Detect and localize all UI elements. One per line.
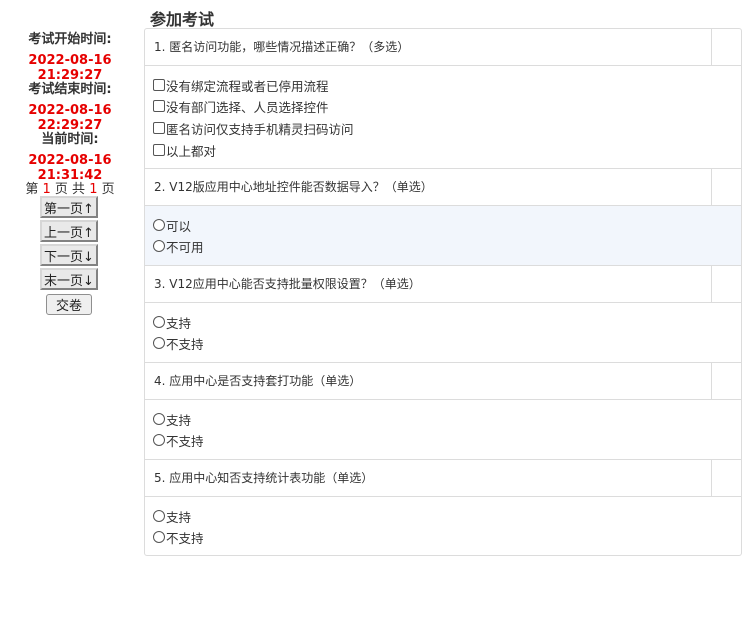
checkbox-icon[interactable] <box>153 144 165 156</box>
option-radio[interactable]: 不支持 <box>153 528 204 546</box>
question-text: 1. 匿名访问功能，哪些情况描述正确？（多选） <box>154 40 410 54</box>
question-header-cell <box>711 460 741 496</box>
page-indicator: 第 1 页 共 1 页 <box>0 178 140 197</box>
option-checkbox[interactable]: 匿名访问仅支持手机精灵扫码访问 <box>153 119 354 137</box>
question-header: 5. 应用中心知否支持统计表功能（单选） <box>145 459 741 496</box>
question-text: 2. V12版应用中心地址控件能否数据导入？（单选） <box>154 180 433 194</box>
option-checkbox[interactable]: 没有绑定流程或者已停用流程 <box>153 76 329 94</box>
question-header-cell <box>711 29 741 65</box>
radio-icon[interactable] <box>153 316 165 328</box>
question-options: 可以 不可用 <box>145 205 741 265</box>
option-label: 匿名访问仅支持手机精灵扫码访问 <box>166 121 354 137</box>
radio-icon[interactable] <box>153 240 165 252</box>
option-radio[interactable]: 支持 <box>153 410 191 428</box>
checkbox-icon[interactable] <box>153 100 165 112</box>
prev-page-button[interactable]: 上一页↑ <box>40 220 98 242</box>
option-radio[interactable]: 不支持 <box>153 431 204 449</box>
radio-icon[interactable] <box>153 531 165 543</box>
option-label: 可以 <box>166 218 192 234</box>
question-header-cell <box>711 169 741 205</box>
question-header: 4. 应用中心是否支持套打功能（单选） <box>145 362 741 399</box>
page-prefix: 第 <box>25 182 43 197</box>
option-label: 不支持 <box>166 530 204 546</box>
option-radio[interactable]: 支持 <box>153 313 191 331</box>
current-page: 1 <box>42 182 51 197</box>
checkbox-icon[interactable] <box>153 122 165 134</box>
option-checkbox[interactable]: 以上都对 <box>153 141 216 159</box>
exam-end-label: 考试结束时间: <box>28 82 112 97</box>
exam-panel: 1. 匿名访问功能，哪些情况描述正确？（多选） 没有绑定流程或者已停用流程 没有… <box>144 28 742 556</box>
question-header: 1. 匿名访问功能，哪些情况描述正确？（多选） <box>145 29 741 66</box>
question-text: 3. V12应用中心能否支持批量权限设置？（单选） <box>154 277 421 291</box>
radio-icon[interactable] <box>153 434 165 446</box>
question-options: 支持 不支持 <box>145 399 741 459</box>
question-header: 3. V12应用中心能否支持批量权限设置？（单选） <box>145 265 741 302</box>
question-header: 2. V12版应用中心地址控件能否数据导入？（单选） <box>145 168 741 205</box>
question-text: 5. 应用中心知否支持统计表功能（单选） <box>154 471 374 485</box>
last-page-button[interactable]: 末一页↓ <box>40 268 98 290</box>
option-label: 以上都对 <box>166 143 217 159</box>
exam-start-label: 考试开始时间: <box>28 32 112 47</box>
option-checkbox[interactable]: 没有部门选择、人员选择控件 <box>153 97 329 115</box>
question-header-cell <box>711 266 741 302</box>
radio-icon[interactable] <box>153 219 165 231</box>
option-radio[interactable]: 可以 <box>153 216 191 234</box>
option-label: 不支持 <box>166 433 204 449</box>
option-label: 不支持 <box>166 336 204 352</box>
next-page-button[interactable]: 下一页↓ <box>40 244 98 266</box>
submit-exam-button[interactable]: 交卷 <box>46 294 92 315</box>
option-label: 不可用 <box>166 239 204 255</box>
question-text: 4. 应用中心是否支持套打功能（单选） <box>154 374 362 388</box>
page-suffix: 页 <box>97 182 115 197</box>
question-options: 支持 不支持 <box>145 496 741 555</box>
current-time-label: 当前时间: <box>41 132 99 147</box>
option-label: 支持 <box>166 509 192 525</box>
option-label: 没有部门选择、人员选择控件 <box>166 99 329 115</box>
option-radio[interactable]: 支持 <box>153 507 191 525</box>
radio-icon[interactable] <box>153 510 165 522</box>
option-label: 支持 <box>166 412 192 428</box>
first-page-button[interactable]: 第一页↑ <box>40 196 98 218</box>
option-label: 没有绑定流程或者已停用流程 <box>166 78 329 94</box>
option-label: 支持 <box>166 315 192 331</box>
radio-icon[interactable] <box>153 413 165 425</box>
option-radio[interactable]: 不支持 <box>153 334 204 352</box>
question-header-cell <box>711 363 741 399</box>
question-options: 支持 不支持 <box>145 302 741 362</box>
page-mid: 页 共 <box>50 182 90 197</box>
checkbox-icon[interactable] <box>153 79 165 91</box>
radio-icon[interactable] <box>153 337 165 349</box>
page-title: 参加考试 <box>150 10 215 29</box>
question-options: 没有绑定流程或者已停用流程 没有部门选择、人员选择控件 匿名访问仅支持手机精灵扫… <box>145 65 741 168</box>
option-radio[interactable]: 不可用 <box>153 237 204 255</box>
